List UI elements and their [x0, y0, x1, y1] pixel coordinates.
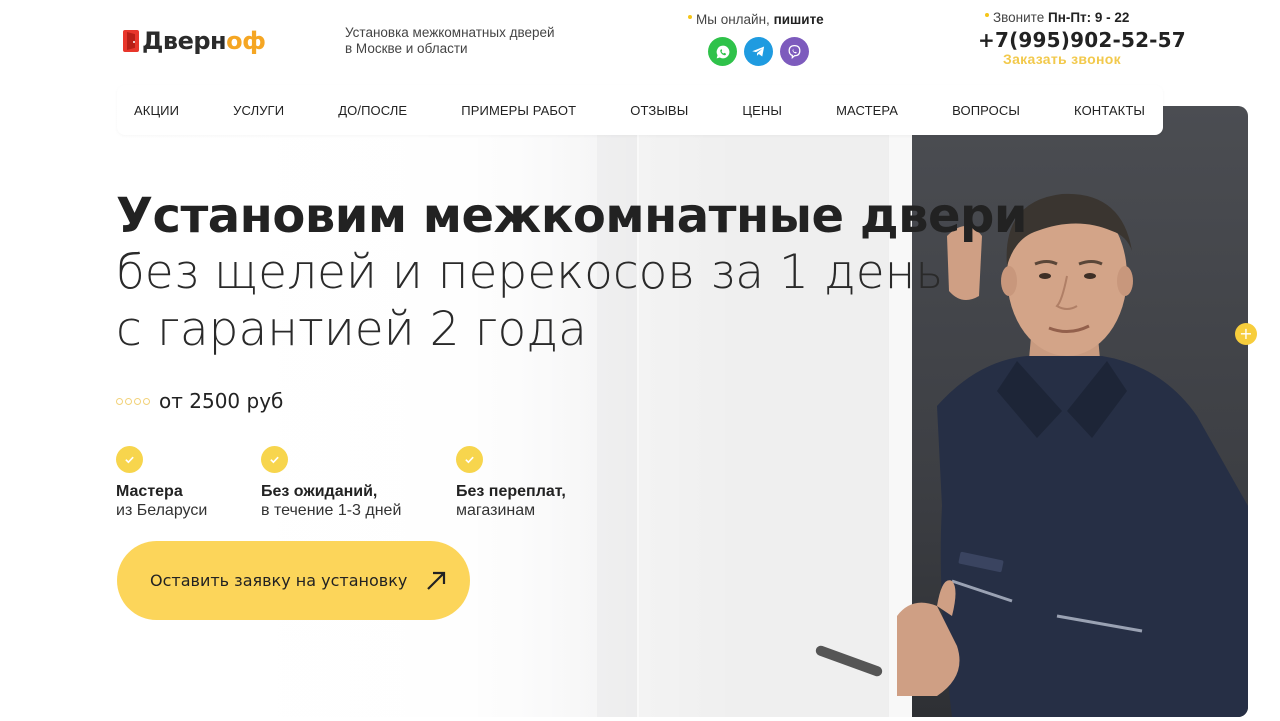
plus-icon[interactable]: + [1235, 323, 1257, 345]
check-icon [456, 446, 483, 473]
feature-title: Без переплат, [456, 483, 566, 500]
main-nav: Акции Услуги До/после Примеры работ Отзы… [117, 85, 1163, 135]
feature-item: Без ожиданий, в течение 1-3 дней [261, 446, 401, 520]
nav-item-prices[interactable]: Цены [742, 103, 782, 118]
price-dots-icon [116, 397, 150, 405]
check-icon [116, 446, 143, 473]
online-prefix: Мы онлайн, [696, 12, 770, 27]
nav-item-services[interactable]: Услуги [233, 103, 284, 118]
online-status: Мы онлайн, пишите [688, 12, 824, 27]
header-tagline: Установка межкомнатных дверей в Москве и… [345, 25, 555, 56]
phone-number[interactable]: +7(995)902-52-57 [978, 28, 1186, 52]
logo-text-part2: оф [226, 27, 266, 55]
online-bold: пишите [773, 12, 824, 27]
call-prefix: Звоните [993, 10, 1045, 25]
feature-subtitle: в течение 1-3 дней [261, 502, 402, 519]
hero-subtitle-line1: без щелей и перекосов за 1 день [116, 245, 944, 300]
feature-item: Без переплат, магазинам [456, 446, 566, 520]
check-icon [261, 446, 288, 473]
nav-item-masters[interactable]: Мастера [836, 103, 898, 118]
viber-icon [788, 44, 801, 59]
whatsapp-button[interactable] [708, 37, 737, 66]
nav-item-before-after[interactable]: До/после [338, 103, 407, 118]
order-call-link[interactable]: Заказать звонок [1003, 51, 1121, 67]
price-block: от 2500 руб [116, 389, 283, 413]
logo-text: Дверноф [142, 27, 266, 55]
cta-label: Оставить заявку на установку [150, 571, 408, 590]
telegram-icon [752, 46, 765, 57]
worker-photo [897, 193, 1248, 717]
status-dot-icon [688, 15, 692, 20]
feature-subtitle: магазинам [456, 502, 536, 519]
nav-item-contacts[interactable]: Контакты [1074, 103, 1145, 118]
feature-item: Мастера из Беларуси [116, 446, 207, 520]
messenger-links [708, 37, 809, 66]
nav-item-faq[interactable]: Вопросы [952, 103, 1020, 118]
door-handle-icon [814, 644, 884, 678]
telegram-button[interactable] [744, 37, 773, 66]
site-logo[interactable]: Дверноф [123, 27, 266, 55]
hero-subtitle-line2: с гарантией 2 года [116, 302, 587, 357]
whatsapp-icon [716, 45, 729, 58]
nav-item-work-examples[interactable]: Примеры работ [461, 103, 576, 118]
viber-button[interactable] [780, 37, 809, 66]
feature-title: Мастера [116, 483, 183, 500]
feature-title: Без ожиданий, [261, 483, 378, 500]
hero-title: Установим межкомнатные двери [116, 188, 1028, 244]
price-text: от 2500 руб [159, 389, 284, 413]
call-dot-icon [985, 13, 989, 18]
call-block: Звоните Пн-Пт: 9 - 22 +7(995)902-52-57 З… [978, 10, 1186, 67]
nav-item-reviews[interactable]: Отзывы [630, 103, 688, 118]
call-hours: Звоните Пн-Пт: 9 - 22 [985, 10, 1193, 25]
feature-subtitle: из Беларуси [116, 502, 208, 519]
door-logo-icon [123, 30, 139, 52]
nav-item-promotions[interactable]: Акции [134, 103, 179, 118]
logo-text-part1: Дверн [142, 27, 227, 55]
arrow-up-right-icon [425, 570, 447, 592]
working-hours: Пн-Пт: 9 - 22 [1047, 10, 1130, 25]
hero-subtitle: без щелей и перекосов за 1 день с гарант… [116, 244, 943, 358]
request-install-button[interactable]: Оставить заявку на установку [117, 541, 470, 620]
